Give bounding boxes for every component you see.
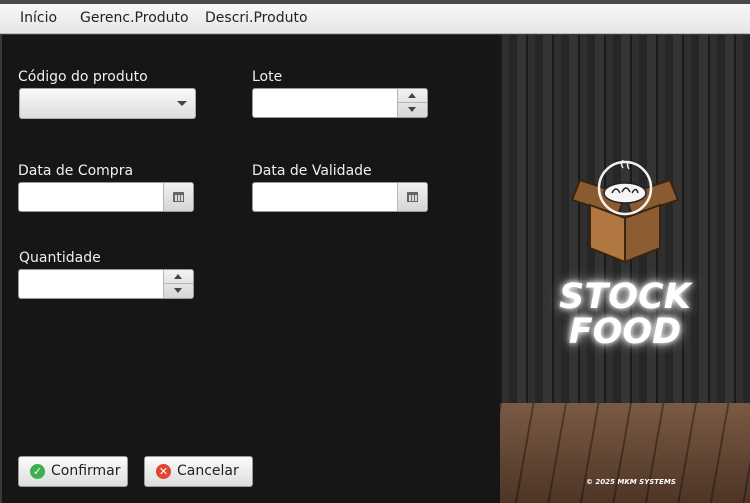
data-validade-calendar-button[interactable]: [397, 183, 427, 211]
brand-line1: STOCK: [559, 277, 691, 317]
menu-gerenc-produto[interactable]: Gerenc.Produto: [80, 10, 189, 26]
quantidade-spin-buttons: [163, 270, 193, 298]
lote-spin-down[interactable]: [398, 103, 427, 117]
data-compra-input[interactable]: [19, 183, 164, 211]
form-panel: Código do produto Lote Data de Compra Da…: [2, 35, 500, 503]
codigo-label: Código do produto: [18, 69, 148, 85]
cancelar-button[interactable]: ✕ Cancelar: [144, 456, 253, 487]
wood-floor: [500, 403, 750, 503]
calendar-icon: [407, 192, 418, 202]
calendar-icon: [173, 192, 184, 202]
quantidade-spin-up[interactable]: [164, 270, 193, 284]
menu-descri-produto[interactable]: Descri.Produto: [205, 10, 308, 26]
food-box-logo-icon: [570, 160, 680, 264]
cancelar-label: Cancelar: [177, 463, 239, 479]
lote-spinner: [252, 88, 428, 118]
brand-line2: FOOD: [568, 312, 682, 352]
menu-inicio[interactable]: Início: [20, 10, 57, 26]
confirmar-button[interactable]: ✓ Confirmar: [18, 456, 128, 487]
quantidade-label: Quantidade: [19, 250, 101, 266]
stock-food-banner: STOCK FOOD © 2025 MKM SYSTEMS: [500, 35, 750, 503]
data-validade-picker: [252, 182, 428, 212]
lote-label: Lote: [252, 69, 283, 85]
spin-down-icon: [408, 107, 416, 112]
data-compra-label: Data de Compra: [18, 163, 134, 179]
confirmar-label: Confirmar: [51, 463, 121, 479]
menu-bar: Início Gerenc.Produto Descri.Produto: [0, 4, 750, 34]
data-validade-label: Data de Validade: [252, 163, 372, 179]
lote-spin-up[interactable]: [398, 89, 427, 103]
quantidade-spin-down[interactable]: [164, 284, 193, 298]
codigo-combobox[interactable]: [19, 88, 196, 119]
lote-spin-buttons: [397, 89, 427, 117]
spin-up-icon: [174, 274, 182, 279]
check-circle-icon: ✓: [30, 464, 45, 479]
chevron-down-icon[interactable]: [177, 101, 187, 106]
spin-down-icon: [174, 288, 182, 293]
x-circle-icon: ✕: [156, 464, 171, 479]
credit-text: © 2025 MKM SYSTEMS: [586, 478, 676, 486]
lote-input[interactable]: [253, 89, 398, 117]
data-compra-picker: [18, 182, 194, 212]
quantidade-spinner: [18, 269, 194, 299]
data-validade-input[interactable]: [253, 183, 398, 211]
quantidade-input[interactable]: [19, 270, 164, 298]
data-compra-calendar-button[interactable]: [163, 183, 193, 211]
spin-up-icon: [408, 93, 416, 98]
